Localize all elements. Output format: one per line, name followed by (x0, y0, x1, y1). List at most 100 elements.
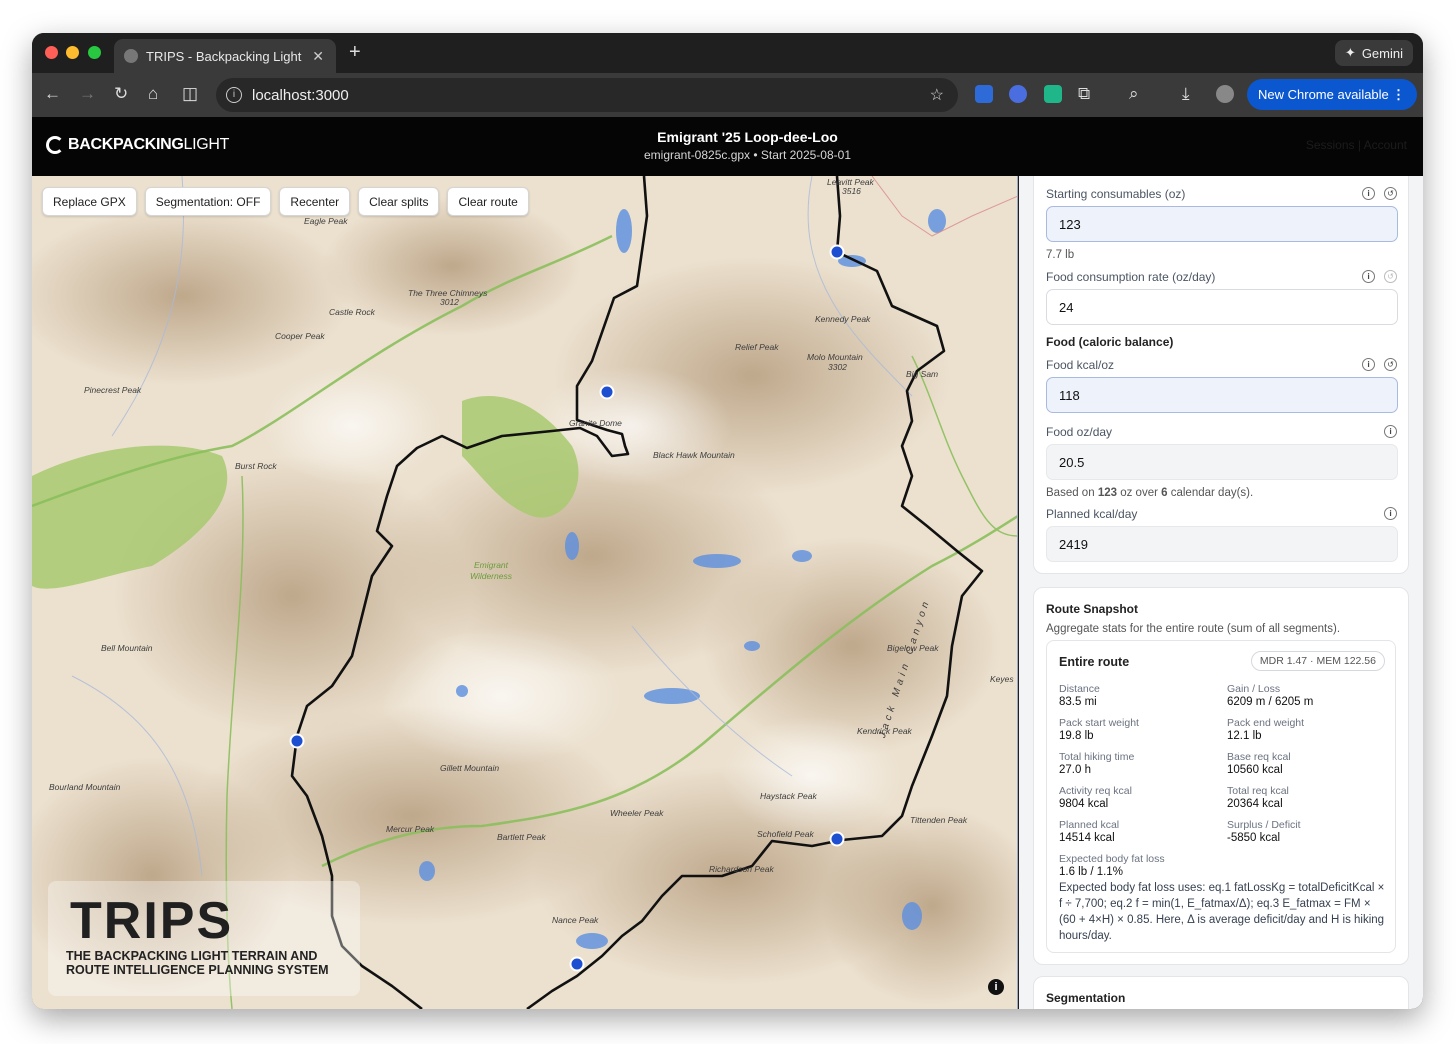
peak-label: Black Hawk Mountain (653, 450, 735, 460)
based-mid: oz over (1120, 487, 1158, 499)
stat-label: Pack start weight (1059, 717, 1139, 729)
segmentation-card: Segmentation (1033, 976, 1409, 1009)
extension-gear-icon[interactable] (975, 85, 993, 103)
reset-icon[interactable]: ↺ (1384, 270, 1397, 283)
stat-label: Base req kcal (1227, 751, 1291, 763)
replace-gpx-button[interactable]: Replace GPX (42, 187, 137, 216)
peak-label: 3012 (440, 297, 459, 307)
download-icon[interactable]: ⤓ (1182, 84, 1190, 104)
peak-label: Mercur Peak (386, 824, 435, 834)
new-chrome-button[interactable]: New Chrome available ⋮ (1247, 79, 1417, 110)
stat-value: 9804 kcal (1059, 798, 1109, 810)
peak-label: Bartlett Peak (497, 832, 546, 842)
peak-label: Castle Rock (329, 307, 375, 317)
body-fat-loss-note: Expected body fat loss uses: eq.1 fatLos… (1059, 882, 1385, 942)
recenter-button[interactable]: Recenter (279, 187, 351, 216)
tab-title: TRIPS - Backpacking Light (146, 48, 302, 64)
segmentation-toggle-button[interactable]: Segmentation: OFF (144, 187, 272, 216)
profile-avatar-icon[interactable] (1216, 85, 1234, 103)
stat-label: Planned kcal (1059, 819, 1120, 831)
stat-label: Pack end weight (1227, 717, 1305, 729)
peak-label: Emigrant (474, 560, 509, 570)
trips-tagline-1: THE BACKPACKING LIGHT TERRAIN AND (66, 949, 318, 963)
peak-label: Haystack Peak (760, 791, 817, 801)
info-icon[interactable]: i (1362, 358, 1375, 371)
peak-label: Gillett Mountain (440, 763, 500, 773)
address-bar[interactable]: i localhost:3000 ☆ (216, 78, 958, 112)
peak-label: Schofield Peak (757, 829, 814, 839)
gemini-label: Gemini (1361, 45, 1403, 61)
trip-title: Emigrant '25 Loop-dee-Loo (657, 129, 838, 145)
starting-consumables-input[interactable]: 123 (1046, 206, 1398, 242)
browser-tab[interactable]: TRIPS - Backpacking Light ✕ (114, 39, 336, 73)
forward-arrow-icon[interactable]: → (79, 84, 96, 104)
tab-search-icon[interactable]: ⌕ (1129, 84, 1139, 104)
peak-label: Kennedy Peak (815, 314, 871, 324)
header-nav[interactable]: Sessions | Account (1306, 138, 1407, 152)
consumption-rate-input[interactable]: 24 (1046, 289, 1398, 325)
stat-value: 14514 kcal (1059, 832, 1115, 844)
trips-logo: TRIPS THE BACKPACKING LIGHT TERRAIN AND … (48, 881, 360, 996)
food-oz-day-value: 20.5 (1046, 444, 1398, 480)
new-chrome-label: New Chrome available (1258, 87, 1389, 102)
peak-label: 3302 (828, 362, 847, 372)
food-kcal-oz-label: Food kcal/oz (1046, 358, 1115, 372)
info-icon[interactable]: i (1384, 425, 1397, 438)
peak-label: Wheeler Peak (610, 808, 664, 818)
stat-value: 20364 kcal (1227, 798, 1283, 810)
more-menu-icon[interactable]: ⋮ (1392, 87, 1405, 103)
map-attribution-info-icon[interactable]: i (988, 979, 1004, 995)
browser-window: TRIPS - Backpacking Light ✕ + ✦ Gemini ←… (32, 33, 1423, 1009)
new-tab-icon[interactable]: + (349, 41, 361, 64)
stat-value: 12.1 lb (1227, 730, 1262, 742)
clear-splits-button[interactable]: Clear splits (358, 187, 440, 216)
peak-label: Richardson Peak (709, 864, 774, 874)
map-view[interactable]: Replace GPX Segmentation: OFF Recenter C… (32, 176, 1018, 1009)
reload-icon[interactable]: ↻ (114, 84, 128, 104)
map-controls: Replace GPX Segmentation: OFF Recenter C… (42, 187, 529, 216)
segmentation-heading: Segmentation (1046, 991, 1126, 1005)
route-snapshot-card: Route Snapshot Aggregate stats for the e… (1033, 587, 1409, 965)
planned-kcal-value: 2419 (1046, 526, 1398, 562)
trips-tagline-2: ROUTE INTELLIGENCE PLANNING SYSTEM (66, 963, 329, 977)
based-suffix: calendar day(s). (1170, 487, 1254, 499)
food-kcal-oz-input[interactable]: 118 (1046, 377, 1398, 413)
reading-mode-icon[interactable]: ◫ (182, 84, 198, 104)
clear-route-button[interactable]: Clear route (447, 187, 529, 216)
reset-icon[interactable]: ↺ (1384, 187, 1397, 200)
close-tab-icon[interactable]: ✕ (312, 48, 324, 65)
bookmark-star-icon[interactable]: ☆ (930, 85, 944, 105)
zoom-window-button[interactable] (88, 46, 101, 59)
food-oz-day-label: Food oz/day (1046, 425, 1113, 439)
extension-shield-icon[interactable] (1009, 85, 1027, 103)
home-icon[interactable]: ⌂ (148, 84, 158, 104)
peak-label: Tittenden Peak (910, 815, 968, 825)
caloric-balance-heading: Food (caloric balance) (1046, 335, 1174, 349)
info-icon[interactable]: i (1362, 270, 1375, 283)
sidebar-panel: Starting consumables (oz) i ↺ 123 7.7 lb… (1019, 176, 1423, 1009)
close-window-button[interactable] (45, 46, 58, 59)
app-header: BACKPACKING LIGHT Emigrant '25 Loop-dee-L… (32, 117, 1423, 176)
gemini-button[interactable]: ✦ Gemini (1334, 40, 1413, 66)
starting-consumables-label: Starting consumables (oz) (1046, 187, 1186, 201)
site-info-icon[interactable]: i (226, 87, 242, 103)
back-arrow-icon[interactable]: ← (44, 84, 61, 104)
stat-label: Activity req kcal (1059, 785, 1132, 797)
reset-icon[interactable]: ↺ (1384, 358, 1397, 371)
peak-label: 3516 (842, 186, 861, 196)
sparkle-icon: ✦ (1344, 45, 1356, 60)
stat-label: Surplus / Deficit (1227, 819, 1301, 831)
route-snapshot-description: Aggregate stats for the entire route (su… (1046, 623, 1341, 635)
stat-value: 19.8 lb (1059, 730, 1094, 742)
stat-value: 1.6 lb / 1.1% (1059, 866, 1123, 878)
extensions-puzzle-icon[interactable]: ⧉ (1078, 84, 1090, 104)
url-text: localhost:3000 (252, 86, 349, 104)
minimize-window-button[interactable] (66, 46, 79, 59)
based-prefix: Based on (1046, 487, 1095, 499)
info-icon[interactable]: i (1384, 507, 1397, 520)
peak-label: Eagle Peak (304, 216, 348, 226)
entire-route-heading: Entire route (1059, 655, 1130, 669)
extension-image-icon[interactable] (1044, 85, 1062, 103)
trip-subtitle: emigrant-0825c.gpx • Start 2025-08-01 (644, 148, 851, 162)
info-icon[interactable]: i (1362, 187, 1375, 200)
